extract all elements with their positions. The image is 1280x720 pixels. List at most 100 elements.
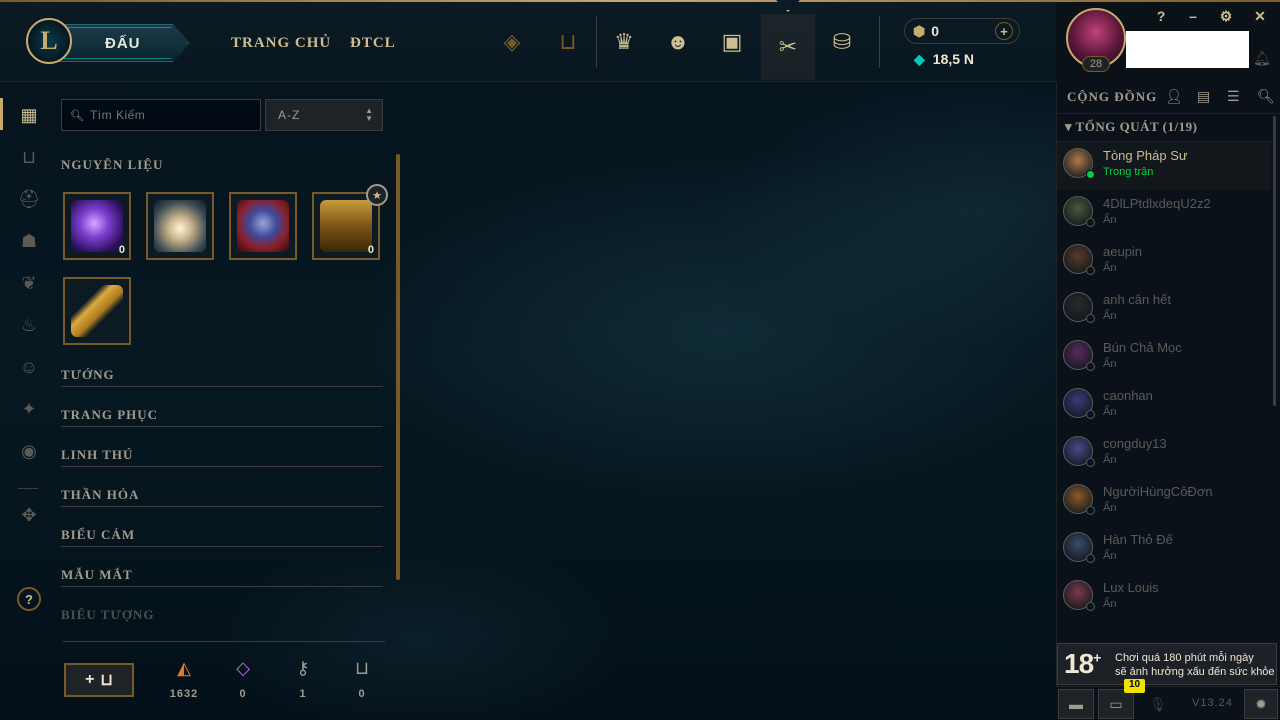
- emote-category-icon[interactable]: ☺: [14, 352, 44, 382]
- status-dot: [1086, 170, 1095, 179]
- loot-item-hextech-chest[interactable]: 0 ★: [312, 184, 388, 260]
- section-companions[interactable]: LINH THÚ: [61, 447, 133, 463]
- bug-report-button[interactable]: ✹: [1244, 689, 1278, 719]
- friend-status: Ẩn: [1103, 358, 1117, 370]
- loot-chest-icon[interactable]: ▣: [716, 24, 748, 60]
- stat-key-fragment: ⚷ 1: [283, 658, 323, 700]
- search-input[interactable]: [89, 108, 250, 122]
- currency-panel: ⬢ 0 + ◆ 18,5 N: [904, 18, 1020, 72]
- panel-bottom-divider: [63, 641, 385, 642]
- tft-icon[interactable]: ◈: [496, 24, 528, 60]
- chest-category-icon[interactable]: ⊔: [14, 142, 44, 172]
- blue-essence-value: 18,5 N: [932, 51, 975, 67]
- nav-home[interactable]: TRANG CHỦ: [231, 35, 331, 52]
- champion-mastery-icon[interactable]: ♛: [608, 24, 640, 60]
- friend-row[interactable]: Tòng Pháp Sư Trong trận: [1057, 142, 1271, 190]
- friend-row[interactable]: 4DlLPtdlxdeqU2z2 Ẩn: [1057, 190, 1271, 238]
- loot-item-hextech-key[interactable]: [63, 277, 131, 345]
- lantern-icon: [154, 200, 206, 252]
- collection-icon[interactable]: ⊔: [552, 24, 584, 60]
- sort-value: A-Z: [278, 108, 301, 122]
- tft-category-icon[interactable]: ✥: [14, 500, 44, 530]
- champion-category-icon[interactable]: ⛑: [14, 184, 44, 214]
- loot-item-purple-essence[interactable]: 0: [63, 192, 131, 260]
- ward-category-icon[interactable]: ♨: [14, 310, 44, 340]
- friend-row[interactable]: Lux Louis Ẩn: [1057, 574, 1271, 622]
- section-icons[interactable]: BIỂU TƯỢNG: [61, 607, 154, 623]
- search-field[interactable]: 🔍︎: [61, 99, 261, 131]
- settings-icon[interactable]: ⚙: [1218, 8, 1234, 25]
- loot-item-lantern[interactable]: [146, 192, 214, 260]
- voice-button[interactable]: 🎙︎: [1140, 689, 1176, 719]
- friend-status: Ẩn: [1103, 550, 1117, 562]
- companion-category-icon[interactable]: ❦: [14, 268, 44, 298]
- notification-bell-icon[interactable]: 🔔︎: [1253, 50, 1271, 67]
- buy-rp-button[interactable]: +: [995, 22, 1013, 40]
- friend-name: anh cân hết: [1103, 292, 1171, 307]
- friend-row[interactable]: NgườiHùngCôĐơn Ẩn: [1057, 478, 1271, 526]
- loot-category-rail: ▦ ⊔ ⛑ ☗ ❦ ♨ ☺ ✦ ◉ ✥: [0, 82, 56, 720]
- list-view-icon[interactable]: ☰: [1227, 88, 1240, 105]
- friend-name: Lux Louis: [1103, 580, 1159, 595]
- purple-essence-icon: [71, 200, 123, 252]
- add-friend-icon[interactable]: 👤︎: [1165, 88, 1183, 105]
- close-button[interactable]: ✕: [1252, 8, 1268, 25]
- status-dot: [1086, 458, 1095, 467]
- token-icon: ⊔: [354, 658, 370, 678]
- skin-category-icon[interactable]: ☗: [14, 226, 44, 256]
- friend-status: Ẩn: [1103, 310, 1117, 322]
- sort-dropdown[interactable]: A-Z ▲ ▼: [265, 99, 383, 131]
- league-logo-icon[interactable]: L: [26, 18, 72, 64]
- friend-row[interactable]: Hàn Thỏ Đế Ẩn: [1057, 526, 1271, 574]
- nav-tft[interactable]: ĐTCL: [350, 35, 396, 52]
- social-scrollbar[interactable]: [1273, 116, 1276, 406]
- section-wards[interactable]: THẦN HỎA: [61, 487, 139, 503]
- section-divider: [61, 426, 383, 427]
- all-items-grid-icon[interactable]: ▦: [14, 100, 44, 130]
- friend-name: 4DlLPtdlxdeqU2z2: [1103, 196, 1211, 211]
- add-folder-icon[interactable]: ▤: [1197, 88, 1210, 105]
- loot-item-orb[interactable]: [229, 192, 297, 260]
- section-materials[interactable]: NGUYÊN LIỆU: [61, 157, 163, 173]
- friend-status: Ẩn: [1103, 598, 1117, 610]
- icon-category-icon[interactable]: ◉: [14, 436, 44, 466]
- friend-group-header[interactable]: ▾ TỔNG QUÁT (1/19): [1065, 119, 1197, 135]
- age-rating-notice: 18+ Chơi quá 180 phút mỗi ngày sẽ ảnh hư…: [1057, 643, 1277, 685]
- section-skins[interactable]: TRANG PHỤC: [61, 407, 158, 423]
- summoner-name-box[interactable]: [1126, 31, 1249, 68]
- store-icon[interactable]: ⛁: [826, 24, 858, 60]
- notice-line-2: sẽ ảnh hưởng xấu đến sức khỏe: [1115, 666, 1275, 678]
- section-emotes[interactable]: BIỂU CẢM: [61, 527, 135, 543]
- friend-row[interactable]: caonhan Ẩn: [1057, 382, 1271, 430]
- social-search-icon[interactable]: 🔍︎: [1257, 88, 1275, 105]
- key-icon: [71, 285, 123, 337]
- friend-name: aeupin: [1103, 244, 1143, 259]
- rp-value: 0: [931, 23, 940, 39]
- friend-row[interactable]: congduy13 Ẩn: [1057, 430, 1271, 478]
- loot-help-button[interactable]: ?: [17, 587, 41, 611]
- craft-key-button[interactable]: + ⊔: [64, 663, 134, 697]
- status-dot: [1086, 266, 1095, 275]
- friend-row[interactable]: anh cân hết Ẩn: [1057, 286, 1271, 334]
- chat-icon: ▬: [1069, 696, 1083, 712]
- friend-row[interactable]: Bún Chả Mọc Ẩn: [1057, 334, 1271, 382]
- profile-icon[interactable]: ☻: [662, 24, 694, 60]
- eye-category-icon[interactable]: ✦: [14, 394, 44, 424]
- bug-icon: ✹: [1255, 695, 1267, 712]
- crafting-icon[interactable]: ✂: [761, 14, 815, 80]
- key-fragment-icon: ⚷: [296, 658, 310, 678]
- section-eye-patterns[interactable]: MẪU MẮT: [61, 567, 133, 583]
- blue-essence: ◆ 18,5 N: [904, 46, 1020, 72]
- loot-scrollbar[interactable]: [396, 154, 400, 580]
- client-window: ĐẤU L TRANG CHỦ ĐTCL ◈ ⊔ ♛ ☻ ▣ ✂ ⛁ ⬢ 0 +…: [0, 0, 1280, 720]
- friend-row[interactable]: aeupin Ẩn: [1057, 238, 1271, 286]
- minimize-button[interactable]: –: [1185, 8, 1201, 24]
- help-icon[interactable]: ?: [1153, 8, 1169, 24]
- play-button-label: ĐẤU: [105, 34, 141, 52]
- riot-points[interactable]: ⬢ 0 +: [904, 18, 1020, 44]
- section-champions[interactable]: TƯỚNG: [61, 367, 115, 383]
- status-dot: [1086, 506, 1095, 515]
- chat-button[interactable]: ▬: [1058, 689, 1094, 719]
- section-divider: [61, 546, 383, 547]
- missions-button[interactable]: ▭: [1098, 689, 1134, 719]
